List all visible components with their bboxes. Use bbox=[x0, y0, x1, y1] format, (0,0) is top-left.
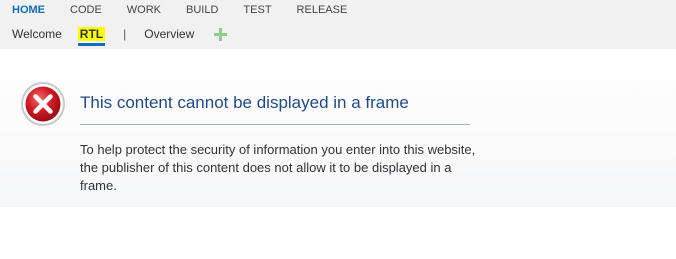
error-x-icon bbox=[21, 82, 65, 126]
nav-home[interactable]: HOME bbox=[12, 4, 45, 16]
tab-overview[interactable]: Overview bbox=[144, 27, 194, 41]
sub-nav: Welcome RTL | Overview bbox=[12, 26, 228, 46]
main-nav: HOME CODE WORK BUILD TEST RELEASE bbox=[12, 3, 372, 17]
nav-work[interactable]: WORK bbox=[127, 4, 161, 16]
nav-code[interactable]: CODE bbox=[70, 4, 102, 16]
plus-icon[interactable] bbox=[214, 27, 228, 41]
nav-test[interactable]: TEST bbox=[243, 4, 271, 16]
error-title: This content cannot be displayed in a fr… bbox=[80, 93, 409, 112]
nav-build[interactable]: BUILD bbox=[186, 4, 218, 16]
tab-rtl[interactable]: RTL bbox=[77, 27, 106, 46]
tab-welcome[interactable]: Welcome bbox=[12, 27, 62, 41]
top-navigation-bar: HOME CODE WORK BUILD TEST RELEASE Welcom… bbox=[0, 0, 676, 49]
tab-separator: | bbox=[123, 27, 127, 41]
nav-release[interactable]: RELEASE bbox=[297, 4, 348, 16]
title-divider bbox=[80, 124, 470, 125]
error-message: To help protect the security of informat… bbox=[80, 142, 476, 193]
